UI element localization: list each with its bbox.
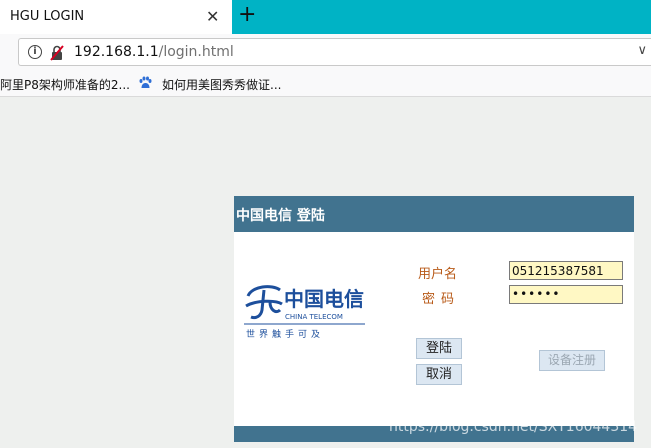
login-button[interactable]: 登陆 bbox=[416, 338, 462, 359]
bookmark-item[interactable]: 阿里P8架构师准备的2... bbox=[0, 76, 130, 93]
close-icon[interactable]: ✕ bbox=[206, 7, 219, 26]
address-bar[interactable]: i 192.168.1.1/login.html ∨ bbox=[18, 38, 651, 66]
bookmark-item[interactable]: 如何用美图秀秀做证... bbox=[162, 76, 281, 93]
info-icon[interactable]: i bbox=[28, 45, 42, 59]
navigation-bar: i 192.168.1.1/login.html ∨ bbox=[0, 34, 651, 72]
logo-chinese-text: 中国电信 bbox=[284, 287, 364, 311]
china-telecom-logo: 中国电信 CHINA TELECOM 世界触手可及 bbox=[244, 285, 365, 340]
login-panel: 中国电信 CHINA TELECOM 世界触手可及 用户名 密码 •••••• … bbox=[234, 232, 634, 426]
device-register-button[interactable]: 设备注册 bbox=[539, 350, 605, 371]
page-title: 中国电信 登陆 bbox=[236, 208, 325, 224]
username-input[interactable] bbox=[509, 261, 623, 280]
url-host: 192.168.1.1 bbox=[74, 44, 159, 60]
username-label: 用户名 bbox=[418, 267, 458, 282]
cancel-button[interactable]: 取消 bbox=[416, 364, 462, 385]
login-panel-header: 中国电信 登陆 bbox=[234, 196, 634, 232]
new-tab-icon[interactable]: + bbox=[238, 3, 256, 27]
chevron-down-icon[interactable]: ∨ bbox=[637, 43, 647, 58]
tab-title: HGU LOGIN bbox=[10, 9, 85, 24]
url-path: /login.html bbox=[158, 44, 234, 60]
password-input[interactable]: •••••• bbox=[509, 285, 623, 304]
logo-english-text: CHINA TELECOM bbox=[285, 313, 343, 321]
tab-strip: HGU LOGIN ✕ + bbox=[0, 0, 651, 34]
baidu-paw-icon bbox=[139, 76, 152, 88]
watermark: https://blog.csdn.net/SXY16044314 bbox=[389, 419, 638, 435]
password-label: 密码 bbox=[422, 292, 461, 307]
tab-hgu-login[interactable]: HGU LOGIN ✕ bbox=[0, 0, 232, 34]
url-text: 192.168.1.1/login.html bbox=[74, 44, 234, 60]
logo-slogan: 世界触手可及 bbox=[246, 328, 324, 340]
bookmarks-bar: 阿里P8架构师准备的2... 如何用美图秀秀做证... bbox=[0, 72, 651, 97]
insecure-lock-icon[interactable] bbox=[49, 44, 65, 62]
